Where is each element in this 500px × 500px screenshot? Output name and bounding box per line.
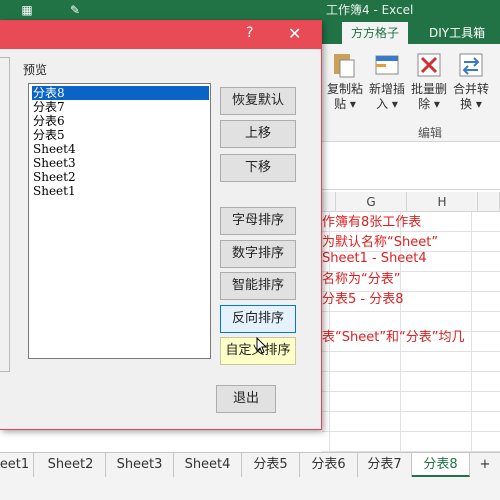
list-item[interactable]: Sheet2 — [32, 170, 209, 184]
close-icon[interactable]: ✕ — [288, 24, 301, 43]
list-item[interactable]: Sheet4 — [32, 142, 209, 156]
exit-button[interactable]: 退出 — [216, 385, 276, 413]
list-item[interactable]: Sheet1 — [32, 184, 209, 198]
annotation-line: 表“Sheet”和“分表”均几 — [322, 330, 465, 345]
annotation-line: 作簿有8张工作表 — [322, 215, 422, 230]
move-up-button[interactable]: 上移 — [220, 120, 296, 148]
list-item-selected[interactable]: 分表8 — [32, 86, 209, 100]
move-down-button[interactable]: 下移 — [220, 154, 296, 182]
sheet-tab[interactable]: Sheet4 — [174, 453, 242, 477]
edit-group-label: 编辑 — [418, 126, 443, 140]
merge-convert-icon — [459, 53, 483, 77]
insert-icon — [375, 55, 399, 75]
sheet-tab[interactable]: 分表7 — [358, 453, 412, 477]
insert-button[interactable]: 新增插 入 ▾ — [366, 50, 408, 112]
list-item[interactable]: Sheet3 — [32, 156, 209, 170]
reverse-sort-button[interactable]: 反向排序 — [220, 305, 296, 333]
annotation-line: 为默认名称“Sheet” — [322, 235, 439, 250]
merge-convert-label: 合并转 换 ▾ — [452, 82, 489, 111]
annotation-line: 名称为“分表” — [322, 272, 401, 287]
paste-label: 复制粘 贴 ▾ — [326, 82, 363, 111]
tab-fangfang-gezi[interactable]: 方方格子 — [342, 22, 409, 44]
annotation-line: 分表5 - 分表8 — [322, 292, 404, 307]
eraser-icon[interactable]: ✎ — [68, 3, 82, 17]
list-item[interactable]: 分表7 — [32, 100, 209, 114]
formula-area — [322, 142, 500, 190]
insert-label: 新增插 入 ▾ — [368, 82, 405, 111]
tab-diy-toolbox[interactable]: DIY工具箱 — [420, 22, 494, 44]
left-panel-edge — [0, 57, 10, 372]
mouse-cursor-icon — [256, 337, 268, 354]
batch-delete-label: 批量删 除 ▾ — [410, 82, 447, 111]
sheet-tab-active[interactable]: 分表8 — [412, 453, 470, 477]
column-header-h[interactable]: H — [407, 192, 478, 212]
annotation-line: Sheet1 - Sheet4 — [322, 251, 427, 266]
alpha-sort-button[interactable]: 字母排序 — [220, 207, 296, 235]
merge-convert-button[interactable]: 合并转 换 ▾ — [450, 50, 492, 112]
number-sort-button[interactable]: 数字排序 — [220, 240, 296, 268]
column-header[interactable] — [322, 192, 336, 212]
paste-button[interactable]: 复制粘 贴 ▾ — [324, 50, 366, 112]
sort-sheets-dialog: ? ✕ 预览 分表8 分表7 分表6 分表5 Sheet4 Sheet3 She… — [0, 20, 322, 430]
help-icon[interactable]: ? — [246, 25, 253, 41]
list-item[interactable]: 分表5 — [32, 128, 209, 142]
sheet-tab[interactable]: 分表5 — [242, 453, 300, 477]
sheet-tab[interactable]: 分表6 — [300, 453, 358, 477]
restore-default-button[interactable]: 恢复默认 — [220, 87, 296, 115]
excel-title-bar: ▦ ✎ 工作簿4 - Excel — [0, 0, 500, 22]
sheet-list[interactable]: 分表8 分表7 分表6 分表5 Sheet4 Sheet3 Sheet2 She… — [28, 83, 211, 359]
column-header-g[interactable]: G — [336, 192, 407, 212]
delete-icon — [417, 53, 441, 77]
paste-icon — [334, 54, 355, 78]
window-title: 工作簿4 - Excel — [326, 3, 414, 17]
column-header[interactable] — [478, 192, 500, 212]
add-sheet-button[interactable]: + — [470, 453, 500, 477]
dialog-title-bar[interactable] — [0, 21, 321, 49]
smart-sort-button[interactable]: 智能排序 — [220, 272, 296, 300]
grid-icon[interactable]: ▦ — [20, 3, 34, 17]
list-item[interactable]: 分表6 — [32, 114, 209, 128]
sheet-tab[interactable]: Sheet3 — [106, 453, 174, 477]
batch-delete-button[interactable]: 批量删 除 ▾ — [408, 50, 450, 112]
sheet-tab[interactable]: eet1 — [0, 453, 34, 477]
preview-label: 预览 — [23, 63, 48, 77]
sheet-tab[interactable]: Sheet2 — [36, 453, 106, 477]
